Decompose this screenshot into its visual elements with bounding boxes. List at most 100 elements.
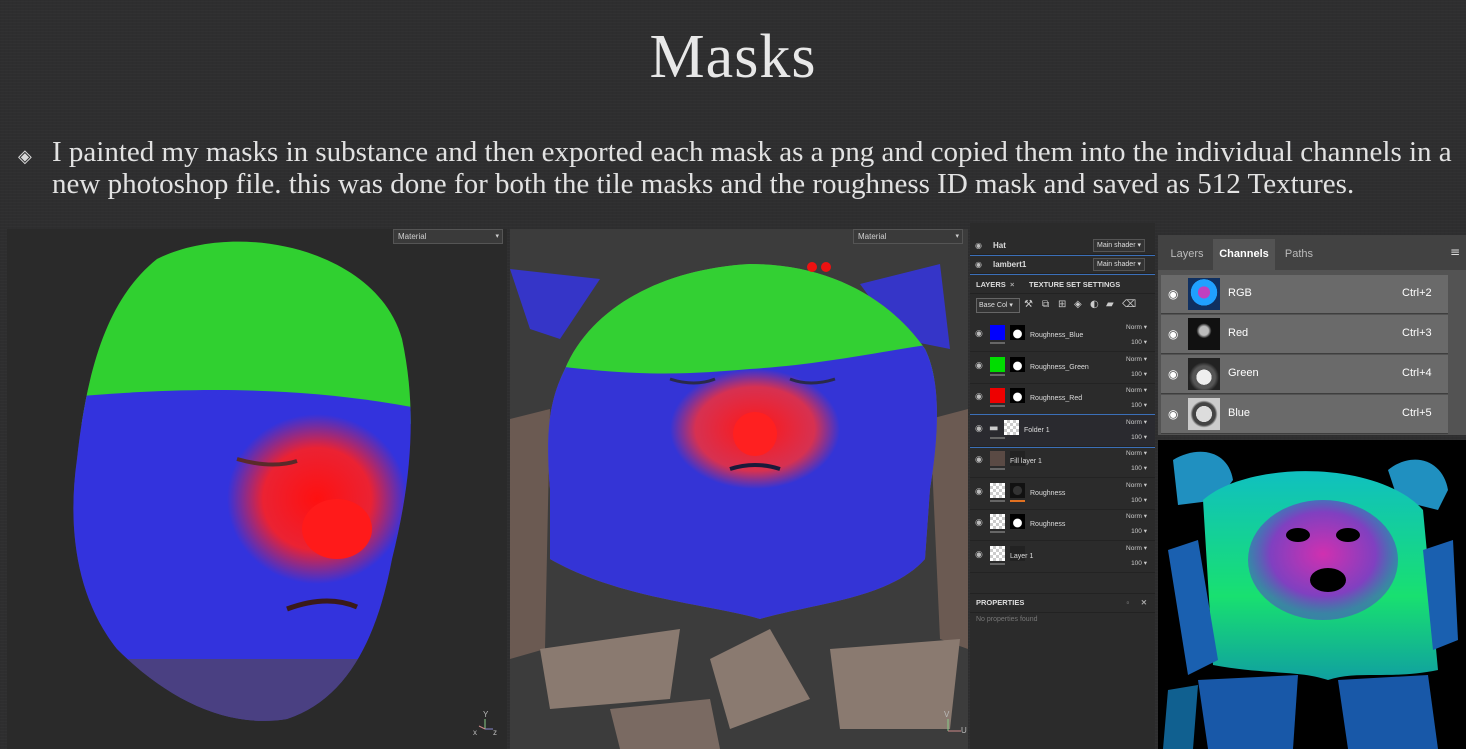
add-effect-icon[interactable]: ⧉ bbox=[1042, 299, 1049, 310]
layer-channel-bar bbox=[990, 342, 1005, 344]
blend-mode-dropdown[interactable]: Norm ▾ bbox=[1126, 449, 1147, 457]
packed-mask-texture bbox=[1158, 440, 1466, 749]
blend-mode-dropdown[interactable]: Norm ▾ bbox=[1126, 323, 1147, 331]
shader-dropdown[interactable]: Main shader ▾ bbox=[1093, 239, 1145, 252]
material-dropdown-3d[interactable]: Material ▾ bbox=[393, 229, 503, 244]
opacity-value: 100 bbox=[1131, 496, 1142, 504]
layer-channel-bar bbox=[990, 531, 1005, 533]
eye-icon[interactable]: ◉ bbox=[1168, 287, 1178, 301]
delete-icon[interactable]: ⌫ bbox=[1122, 299, 1136, 310]
viewport-3d[interactable]: Material ▾ Y x z bbox=[7, 229, 507, 749]
opacity-value: 100 bbox=[1131, 370, 1142, 378]
mask-thumbnail bbox=[1010, 482, 1025, 498]
axis-v-label: V bbox=[944, 710, 950, 719]
opacity-field[interactable]: 100 ▾ bbox=[1131, 527, 1147, 535]
layer-row[interactable]: ◉ Roughness Norm ▾ 100 ▾ bbox=[970, 509, 1155, 541]
channel-thumbnail bbox=[1188, 318, 1220, 350]
panel-menu-icon[interactable]: ≡ bbox=[1450, 245, 1460, 259]
eye-icon[interactable]: ◉ bbox=[975, 237, 982, 254]
bullet-text: I painted my masks in substance and then… bbox=[52, 136, 1452, 200]
layer-name: Roughness bbox=[1030, 521, 1066, 528]
channel-row-blue[interactable]: ◉ Blue Ctrl+5 bbox=[1161, 395, 1448, 434]
layer-thumbnail bbox=[990, 545, 1005, 561]
blend-mode-label: Norm bbox=[1126, 544, 1142, 552]
material-dropdown-2d[interactable]: Material ▾ bbox=[853, 229, 963, 244]
properties-empty-text: No properties found bbox=[976, 616, 1038, 623]
eye-icon[interactable]: ◉ bbox=[1168, 327, 1178, 341]
chevron-down-icon: ▾ bbox=[1137, 242, 1141, 249]
add-layer-icon[interactable]: ⊞ bbox=[1058, 299, 1066, 310]
layer-row[interactable]: ◉ Roughness_Blue Norm ▾ 100 ▾ bbox=[970, 320, 1155, 352]
fill-icon[interactable]: ◈ bbox=[1074, 299, 1082, 310]
channel-row-red[interactable]: ◉ Red Ctrl+3 bbox=[1161, 315, 1448, 354]
blend-mode-dropdown[interactable]: Norm ▾ bbox=[1126, 544, 1147, 552]
mask-icon[interactable]: ◐ bbox=[1090, 299, 1099, 310]
layer-row[interactable]: ◉ Layer 1 Norm ▾ 100 ▾ bbox=[970, 541, 1155, 573]
substance-layers-panel: ◉ Hat Main shader ▾ ◉ lambert1 Main shad… bbox=[970, 223, 1155, 749]
eye-icon[interactable]: ◉ bbox=[975, 256, 982, 273]
tab-texture-set-settings[interactable]: TEXTURE SET SETTINGS bbox=[1029, 277, 1120, 293]
folder-icon[interactable]: ▰ bbox=[1106, 299, 1114, 310]
eye-icon[interactable]: ◉ bbox=[975, 392, 983, 402]
opacity-field[interactable]: 100 ▾ bbox=[1131, 559, 1147, 567]
layer-row[interactable]: ◉ Roughness_Green Norm ▾ 100 ▾ bbox=[970, 352, 1155, 384]
blend-mode-dropdown[interactable]: Norm ▾ bbox=[1126, 386, 1147, 394]
eye-icon[interactable]: ◉ bbox=[975, 518, 983, 528]
tab-layers[interactable]: Layers bbox=[1162, 239, 1212, 270]
layer-row[interactable]: ◉ Roughness Norm ▾ 100 ▾ bbox=[970, 478, 1155, 510]
channel-name: Blue bbox=[1228, 407, 1251, 419]
blend-mode-dropdown[interactable]: Norm ▾ bbox=[1126, 418, 1147, 426]
viewport-2d[interactable]: Material ▾ V U bbox=[510, 229, 968, 749]
layer-row[interactable]: ◉ Fill layer 1 Norm ▾ 100 ▾ bbox=[970, 446, 1155, 478]
axis-gizmo-icon bbox=[478, 719, 493, 730]
blend-mode-dropdown[interactable]: Norm ▾ bbox=[1126, 355, 1147, 363]
texture-set-row-lambert1[interactable]: ◉ lambert1 Main shader ▾ bbox=[970, 255, 1155, 275]
layer-row[interactable]: ◉ ▬ Folder 1 Norm ▾ 100 ▾ bbox=[970, 413, 1155, 448]
eye-icon[interactable]: ◉ bbox=[1168, 367, 1178, 381]
channel-dropdown[interactable]: Base Col ▾ bbox=[976, 298, 1020, 313]
opacity-field[interactable]: 100 ▾ bbox=[1131, 464, 1147, 472]
chevron-down-icon: ▾ bbox=[495, 233, 499, 240]
close-icon[interactable]: × bbox=[1010, 277, 1014, 293]
channel-row-rgb[interactable]: ◉ RGB Ctrl+2 bbox=[1161, 275, 1448, 314]
blend-mode-dropdown[interactable]: Norm ▾ bbox=[1126, 481, 1147, 489]
channel-row-green[interactable]: ◉ Green Ctrl+4 bbox=[1161, 355, 1448, 394]
tab-layers[interactable]: LAYERS bbox=[976, 277, 1006, 293]
channel-name: Red bbox=[1228, 327, 1249, 339]
opacity-field[interactable]: 100 ▾ bbox=[1131, 496, 1147, 504]
opacity-field[interactable]: 100 ▾ bbox=[1131, 338, 1147, 346]
tab-channels[interactable]: Channels bbox=[1213, 239, 1275, 270]
eye-icon[interactable]: ◉ bbox=[1168, 407, 1178, 421]
layer-thumbnail bbox=[990, 514, 1005, 529]
photoshop-channels-panel: Layers Channels Paths ≡ ◉ RGB Ctrl+2 ◉ R… bbox=[1158, 235, 1466, 435]
layer-row[interactable]: ◉ Roughness_Red Norm ▾ 100 ▾ bbox=[970, 383, 1155, 415]
eye-icon[interactable]: ◉ bbox=[975, 550, 983, 560]
opacity-field[interactable]: 100 ▾ bbox=[1131, 370, 1147, 378]
opacity-value: 100 bbox=[1131, 402, 1142, 409]
float-icon[interactable]: ▫ bbox=[1126, 594, 1129, 612]
opacity-field[interactable]: 100 ▾ bbox=[1131, 433, 1147, 441]
eye-icon[interactable]: ◉ bbox=[975, 329, 983, 339]
active-channel-bar bbox=[1010, 499, 1025, 502]
layer-name: Roughness_Blue bbox=[1030, 332, 1084, 339]
layer-channel-bar bbox=[990, 436, 1005, 439]
wrench-icon[interactable]: ⚒ bbox=[1024, 299, 1033, 310]
mask-thumbnail bbox=[1010, 388, 1025, 403]
blend-mode-label: Norm bbox=[1126, 418, 1142, 426]
shader-dropdown-label: Main shader bbox=[1097, 242, 1136, 249]
texture-set-row-hat[interactable]: ◉ Hat Main shader ▾ bbox=[970, 237, 1155, 255]
layer-name: Roughness_Red bbox=[1030, 395, 1083, 402]
eye-icon[interactable]: ◉ bbox=[975, 424, 983, 434]
eye-icon[interactable]: ◉ bbox=[975, 487, 983, 497]
eye-icon[interactable]: ◉ bbox=[975, 455, 983, 465]
opacity-field[interactable]: 100 ▾ bbox=[1131, 401, 1147, 409]
properties-header: PROPERTIES ▫ ✕ bbox=[970, 593, 1155, 613]
eye-icon[interactable]: ◉ bbox=[975, 361, 983, 371]
tab-paths[interactable]: Paths bbox=[1276, 239, 1322, 270]
blend-mode-dropdown[interactable]: Norm ▾ bbox=[1126, 512, 1147, 520]
layer-thumbnail bbox=[990, 451, 1005, 466]
close-icon[interactable]: ✕ bbox=[1141, 594, 1147, 612]
texture-set-name: Hat bbox=[993, 241, 1006, 250]
channel-dropdown-label: Base Col bbox=[979, 302, 1008, 309]
shader-dropdown[interactable]: Main shader ▾ bbox=[1093, 258, 1145, 271]
